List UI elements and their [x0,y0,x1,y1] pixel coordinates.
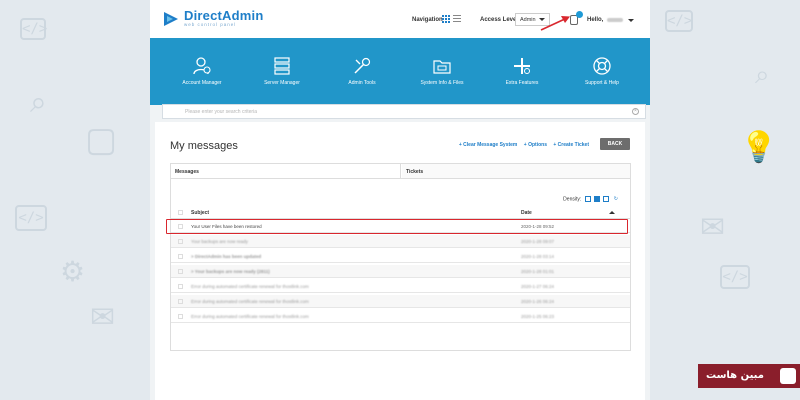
username-redacted[interactable] [607,18,623,22]
row-checkbox[interactable] [178,284,183,289]
user-gear-icon [193,57,211,75]
lifebuoy-icon [593,57,611,75]
main-menu: Account Manager Server Manager Admin Too… [150,38,650,105]
plus-puzzle-icon [514,58,530,74]
access-level-value: Admin [520,17,536,23]
row-date: 2020-1-28 09:07 [521,239,555,244]
access-level-label: Access Level [480,17,519,23]
messages-card: My messages + Clear Message System + Opt… [155,122,645,400]
bg-code-icon: </> [720,265,750,289]
row-date: 2020-1-28 01:01 [521,269,555,274]
messages-panel: Density: ↻ Subject Date Your User Files … [166,179,631,351]
table-row[interactable]: Error during automated certificate renew… [171,280,630,293]
server-icon [274,57,290,75]
menu-label: Account Manager [182,80,222,86]
top-bar: DirectAdmin web control panel Navigation… [150,0,650,38]
directadmin-app: DirectAdmin web control panel Navigation… [150,0,650,400]
menu-label: Admin Tools [348,80,376,86]
tools-icon [354,57,371,74]
table-row[interactable]: Your backups are now ready 2020-1-28 09:0… [171,235,630,248]
bg-code-icon: </> [20,18,47,40]
brand-name[interactable]: DirectAdmin [184,8,264,23]
density-compact-icon[interactable] [584,196,591,202]
menu-label: Server Manager [264,80,300,86]
table-row[interactable]: > DirectAdmin has been updated 2020-1-28 … [171,250,630,263]
clear-search-icon[interactable]: × [632,108,639,115]
tab-tickets[interactable]: Tickets [402,164,630,178]
column-date[interactable]: Date [521,210,532,216]
select-all-checkbox[interactable] [178,210,183,215]
row-subject[interactable]: Error during automated certificate renew… [191,299,309,304]
row-subject[interactable]: Error during automated certificate renew… [191,314,309,319]
back-button[interactable]: BACK [600,138,630,150]
menu-item-admin-tools[interactable]: Admin Tools [322,56,402,86]
row-checkbox[interactable] [178,314,183,319]
options-link[interactable]: + Options [524,142,547,148]
greeting[interactable]: Hello, [587,17,603,23]
column-subject[interactable]: Subject [191,210,209,216]
sort-up-icon[interactable] [609,211,615,214]
table-row[interactable]: > Your backups are now ready (2811) 2020-… [171,265,630,278]
density-normal-icon[interactable] [594,196,601,202]
density-wide-icon[interactable] [603,196,610,202]
refresh-icon[interactable]: ↻ [614,196,618,202]
directadmin-logo-icon [164,12,178,26]
row-date: 2020-1-25 06:23 [521,314,555,319]
row-date: 2020-1-26 06:24 [521,299,555,304]
row-checkbox[interactable] [178,254,183,259]
bg-code-icon: </> [665,10,693,32]
row-checkbox[interactable] [178,299,183,304]
clear-message-system-link[interactable]: + Clear Message System [459,142,518,148]
row-checkbox[interactable] [178,239,183,244]
menu-item-account-manager[interactable]: Account Manager [162,56,242,86]
menu-label: Support & Help [585,80,619,86]
user-menu-chevron-icon[interactable] [628,19,634,22]
bg-envelope-icon: ✉ [90,300,116,335]
list-view-icon[interactable] [453,15,461,23]
menu-item-system-info-files[interactable]: System Info & Files [402,56,482,86]
menu-item-server-manager[interactable]: Server Manager [242,56,322,86]
search-placeholder: Please enter your search criteria [185,109,257,115]
menu-label: System Info & Files [420,80,464,86]
density-control: Density: ↻ [563,196,618,202]
row-subject[interactable]: > Your backups are now ready (2811) [191,269,270,274]
menu-item-support-help[interactable]: Support & Help [562,56,642,86]
highlight-box [166,219,628,234]
bg-magnifier-icon: ⌕ [30,85,47,120]
tab-messages[interactable]: Messages [171,164,401,178]
annotation-arrow [540,16,570,31]
table-row[interactable]: Error during automated certificate renew… [171,295,630,308]
row-subject[interactable]: Error during automated certificate renew… [191,284,309,289]
bg-envelope-icon: ✉ [700,210,726,245]
message-tabs: Messages Tickets [170,163,631,179]
row-date: 2020-1-28 03:14 [521,254,555,259]
navigation-label: Navigation [412,17,443,23]
density-label: Density: [563,196,582,203]
bg-gear-icon: ⚙ [60,255,86,288]
create-ticket-link[interactable]: + Create Ticket [553,142,589,148]
action-links: + Clear Message System + Options + Creat… [454,142,589,148]
folder-icon [433,60,451,74]
grid-view-icon[interactable] [442,15,450,23]
row-checkbox[interactable] [178,269,183,274]
bg-document-icon: ▢ [85,120,118,160]
menu-label: Extra Features [505,80,539,86]
watermark-text: مبین هاست [706,370,764,381]
row-subject[interactable]: Your backups are now ready [191,239,248,244]
table-header: Subject Date [171,207,630,219]
bg-lightbulb-icon: 💡 [740,130,778,165]
menu-item-extra-features[interactable]: Extra Features [482,56,562,86]
bg-magnifier-icon: ⌕ [755,60,770,90]
messages-badge [576,11,583,18]
bg-code-icon: </> [15,205,47,231]
watermark-badge: مبین هاست [698,364,800,388]
table-row[interactable]: Error during automated certificate renew… [171,310,630,323]
row-subject[interactable]: > DirectAdmin has been updated [191,254,261,259]
search-input[interactable]: Please enter your search criteria × [162,104,646,119]
brand-tagline: web control panel [184,22,237,27]
mascot-logo-icon [780,368,796,384]
row-date: 2020-1-27 06:24 [521,284,555,289]
page-title: My messages [170,140,238,152]
